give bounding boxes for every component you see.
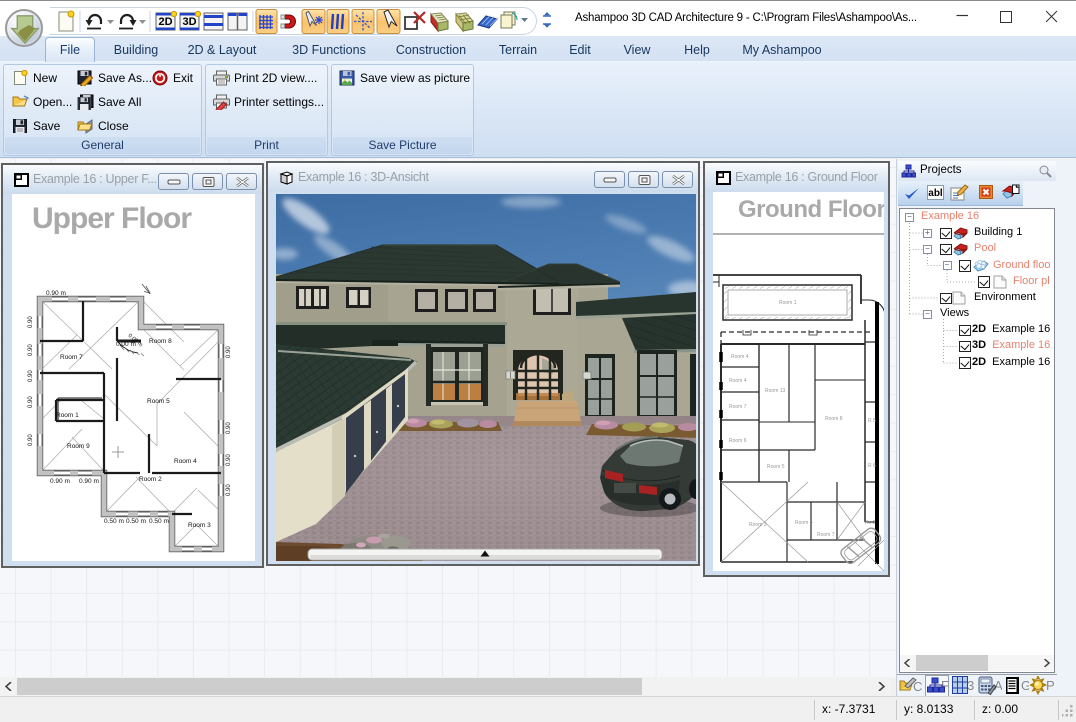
svg-text:Room 13: Room 13 xyxy=(765,388,786,394)
svg-text:0.90: 0.90 xyxy=(28,316,34,328)
svg-text:0.90: 0.90 xyxy=(28,370,34,382)
svg-text:0.90: 0.90 xyxy=(28,396,34,408)
svg-text:0.90: 0.90 xyxy=(28,434,34,446)
svg-text:0.50 m: 0.50 m xyxy=(104,518,124,525)
svg-text:Room 5: Room 5 xyxy=(147,398,170,405)
svg-text:Room 7: Room 7 xyxy=(60,354,83,361)
svg-text:3D: 3D xyxy=(182,16,196,28)
svg-text:Room 3: Room 3 xyxy=(749,522,767,528)
svg-text:Room 1: Room 1 xyxy=(56,412,79,419)
svg-text:0.90 m: 0.90 m xyxy=(50,478,70,485)
svg-text:G: G xyxy=(1021,678,1029,693)
svg-text:0.90 m: 0.90 m xyxy=(46,290,66,297)
svg-text:abl: abl xyxy=(928,188,943,199)
svg-text:Room 8: Room 8 xyxy=(149,338,172,345)
svg-text:R 6: R 6 xyxy=(868,463,876,469)
svg-text:P: P xyxy=(1046,678,1054,693)
svg-text:0.90: 0.90 xyxy=(226,484,232,496)
svg-text:Room 7: Room 7 xyxy=(729,404,747,410)
svg-text:Room 6: Room 6 xyxy=(729,438,747,444)
svg-text:Room 4: Room 4 xyxy=(731,354,749,360)
svg-text:0.50 m: 0.50 m xyxy=(126,518,146,525)
svg-text:Room 2: Room 2 xyxy=(139,476,162,483)
svg-text:Room 4: Room 4 xyxy=(729,378,747,384)
svg-text:0.90 m: 0.90 m xyxy=(79,478,99,485)
svg-text:R 5: R 5 xyxy=(868,418,876,424)
svg-text:3: 3 xyxy=(967,678,974,693)
svg-text:Room 9: Room 9 xyxy=(67,443,90,450)
svg-text:0.90: 0.90 xyxy=(226,454,232,466)
svg-text:0.50 m: 0.50 m xyxy=(149,518,169,525)
svg-text:Ro 2: Ro 2 xyxy=(865,520,876,526)
svg-text:Room 1: Room 1 xyxy=(779,300,797,306)
svg-text:Room 4: Room 4 xyxy=(174,458,197,465)
svg-text:Room 3: Room 3 xyxy=(188,522,211,529)
svg-text:Room 5: Room 5 xyxy=(767,464,785,470)
svg-text:0.90: 0.90 xyxy=(226,346,232,358)
svg-text:Room 8: Room 8 xyxy=(795,520,813,526)
svg-text:0.90: 0.90 xyxy=(28,344,34,356)
svg-text:0.90: 0.90 xyxy=(226,422,232,434)
svg-text:Room 7: Room 7 xyxy=(817,532,835,538)
svg-text:Room 8: Room 8 xyxy=(825,416,843,422)
svg-text:2D: 2D xyxy=(158,16,172,28)
